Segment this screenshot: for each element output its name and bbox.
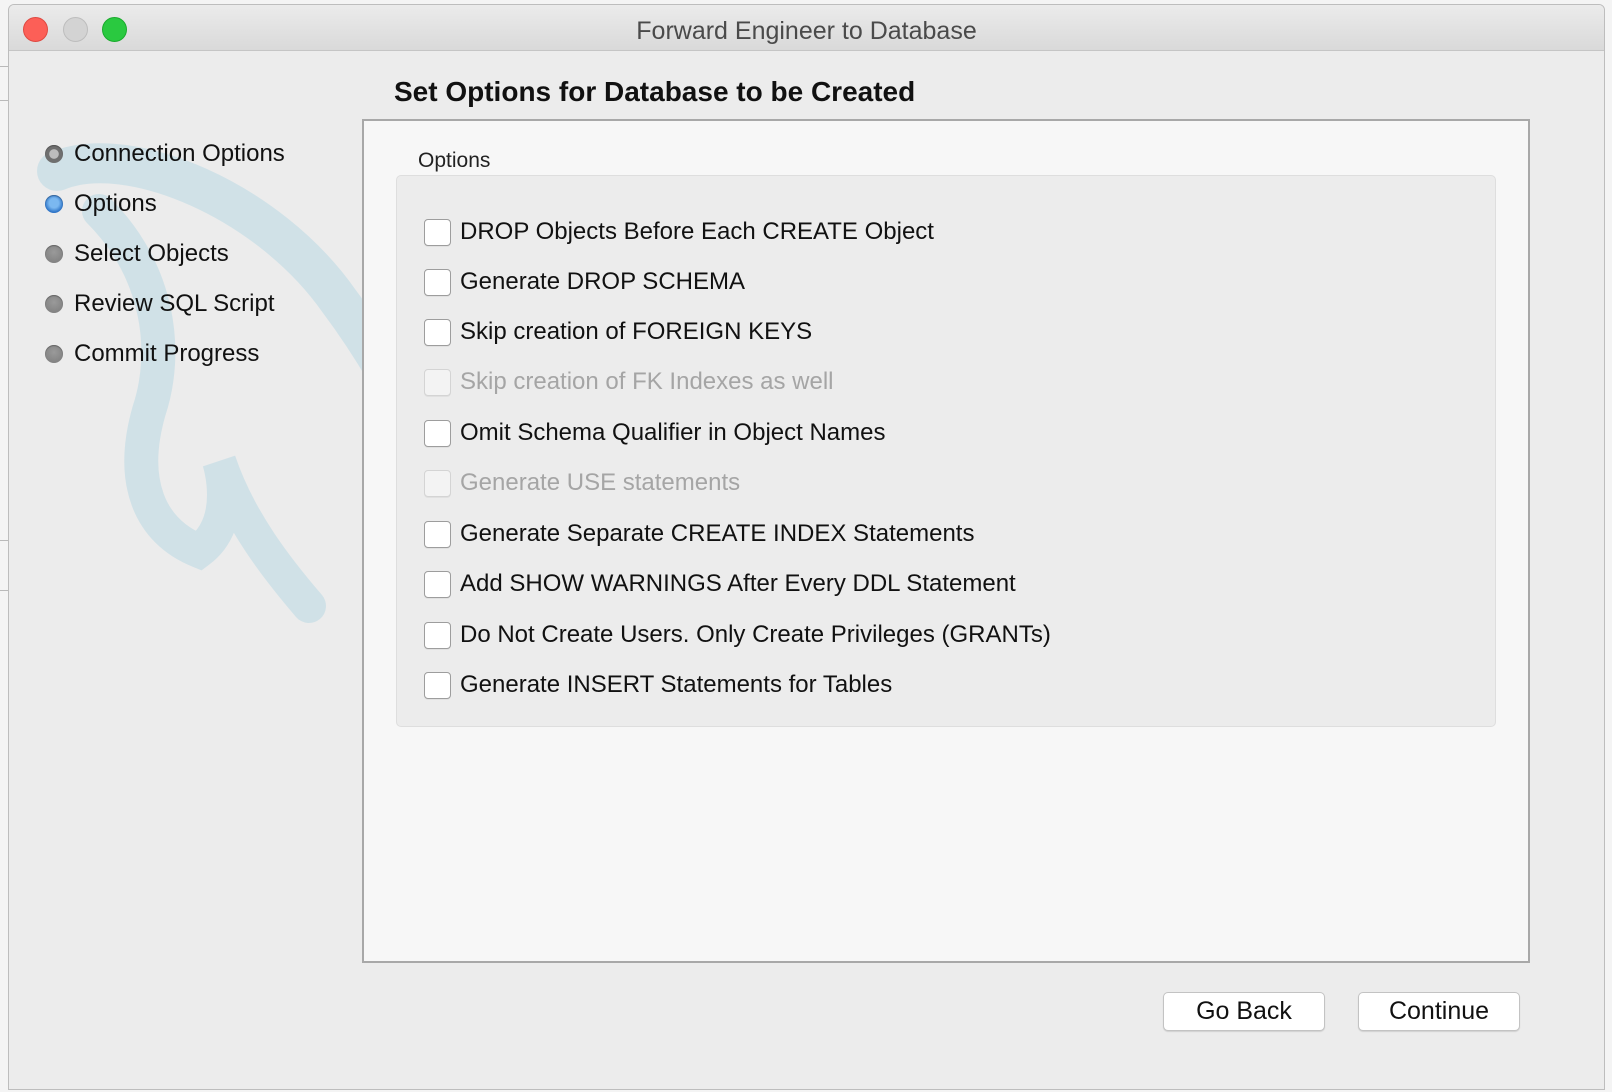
background-divider bbox=[0, 66, 8, 67]
option-separate-create-index[interactable]: Generate Separate CREATE INDEX Statement… bbox=[424, 519, 974, 549]
checkbox[interactable] bbox=[424, 268, 451, 296]
step-label: Review SQL Script bbox=[74, 290, 275, 317]
step-select-objects: Select Objects bbox=[45, 229, 285, 279]
step-label: Select Objects bbox=[74, 240, 229, 267]
option-show-warnings[interactable]: Add SHOW WARNINGS After Every DDL Statem… bbox=[424, 569, 1016, 599]
background-divider bbox=[0, 100, 8, 101]
window-title: Forward Engineer to Database bbox=[636, 17, 977, 45]
option-label: Generate DROP SCHEMA bbox=[460, 268, 745, 295]
step-done-indicator-icon bbox=[45, 145, 63, 163]
background-divider bbox=[0, 590, 8, 591]
option-skip-fk-indexes: Skip creation of FK Indexes as well bbox=[424, 367, 834, 397]
step-pending-indicator-icon bbox=[45, 295, 63, 313]
checkbox[interactable] bbox=[424, 570, 451, 598]
step-pending-indicator-icon bbox=[45, 345, 63, 363]
checkbox[interactable] bbox=[424, 520, 451, 548]
option-skip-foreign-keys[interactable]: Skip creation of FOREIGN KEYS bbox=[424, 317, 812, 347]
option-label: Generate INSERT Statements for Tables bbox=[460, 671, 893, 698]
step-label: Options bbox=[74, 190, 157, 217]
page-title: Set Options for Database to be Created bbox=[394, 76, 916, 107]
checkbox-disabled bbox=[424, 469, 451, 497]
options-group-label: Options bbox=[418, 149, 491, 172]
option-label: Add SHOW WARNINGS After Every DDL Statem… bbox=[460, 570, 1016, 597]
option-do-not-create-users[interactable]: Do Not Create Users. Only Create Privile… bbox=[424, 620, 1051, 650]
step-active-indicator-icon bbox=[45, 195, 63, 213]
option-generate-use-statements: Generate USE statements bbox=[424, 468, 740, 498]
checkbox[interactable] bbox=[424, 621, 451, 649]
checkbox[interactable] bbox=[424, 671, 451, 699]
option-generate-drop-schema[interactable]: Generate DROP SCHEMA bbox=[424, 267, 745, 297]
option-drop-objects[interactable]: DROP Objects Before Each CREATE Object bbox=[424, 217, 934, 247]
option-generate-insert-statements[interactable]: Generate INSERT Statements for Tables bbox=[424, 670, 892, 700]
checkbox[interactable] bbox=[424, 218, 451, 246]
step-label: Connection Options bbox=[74, 140, 285, 167]
step-options: Options bbox=[45, 179, 285, 229]
checkbox-disabled bbox=[424, 368, 451, 396]
go-back-button[interactable]: Go Back bbox=[1163, 992, 1325, 1031]
step-commit-progress: Commit Progress bbox=[45, 329, 285, 379]
option-label: Skip creation of FK Indexes as well bbox=[460, 368, 834, 395]
checkbox[interactable] bbox=[424, 318, 451, 346]
step-review-sql-script: Review SQL Script bbox=[45, 279, 285, 329]
option-omit-schema-qualifier[interactable]: Omit Schema Qualifier in Object Names bbox=[424, 418, 885, 448]
continue-button[interactable]: Continue bbox=[1358, 992, 1520, 1031]
option-label: Skip creation of FOREIGN KEYS bbox=[460, 318, 813, 345]
step-label: Commit Progress bbox=[74, 340, 260, 367]
title-bar: Forward Engineer to Database bbox=[9, 5, 1604, 51]
option-label: Do Not Create Users. Only Create Privile… bbox=[460, 621, 1051, 648]
option-label: Omit Schema Qualifier in Object Names bbox=[460, 419, 886, 446]
option-label: DROP Objects Before Each CREATE Object bbox=[460, 218, 934, 245]
wizard-steps: Connection Options Options Select Object… bbox=[45, 129, 285, 379]
background-divider bbox=[0, 540, 8, 541]
option-label: Generate USE statements bbox=[460, 469, 741, 496]
option-label: Generate Separate CREATE INDEX Statement… bbox=[460, 520, 975, 547]
step-connection-options: Connection Options bbox=[45, 129, 285, 179]
step-pending-indicator-icon bbox=[45, 245, 63, 263]
checkbox[interactable] bbox=[424, 419, 451, 447]
